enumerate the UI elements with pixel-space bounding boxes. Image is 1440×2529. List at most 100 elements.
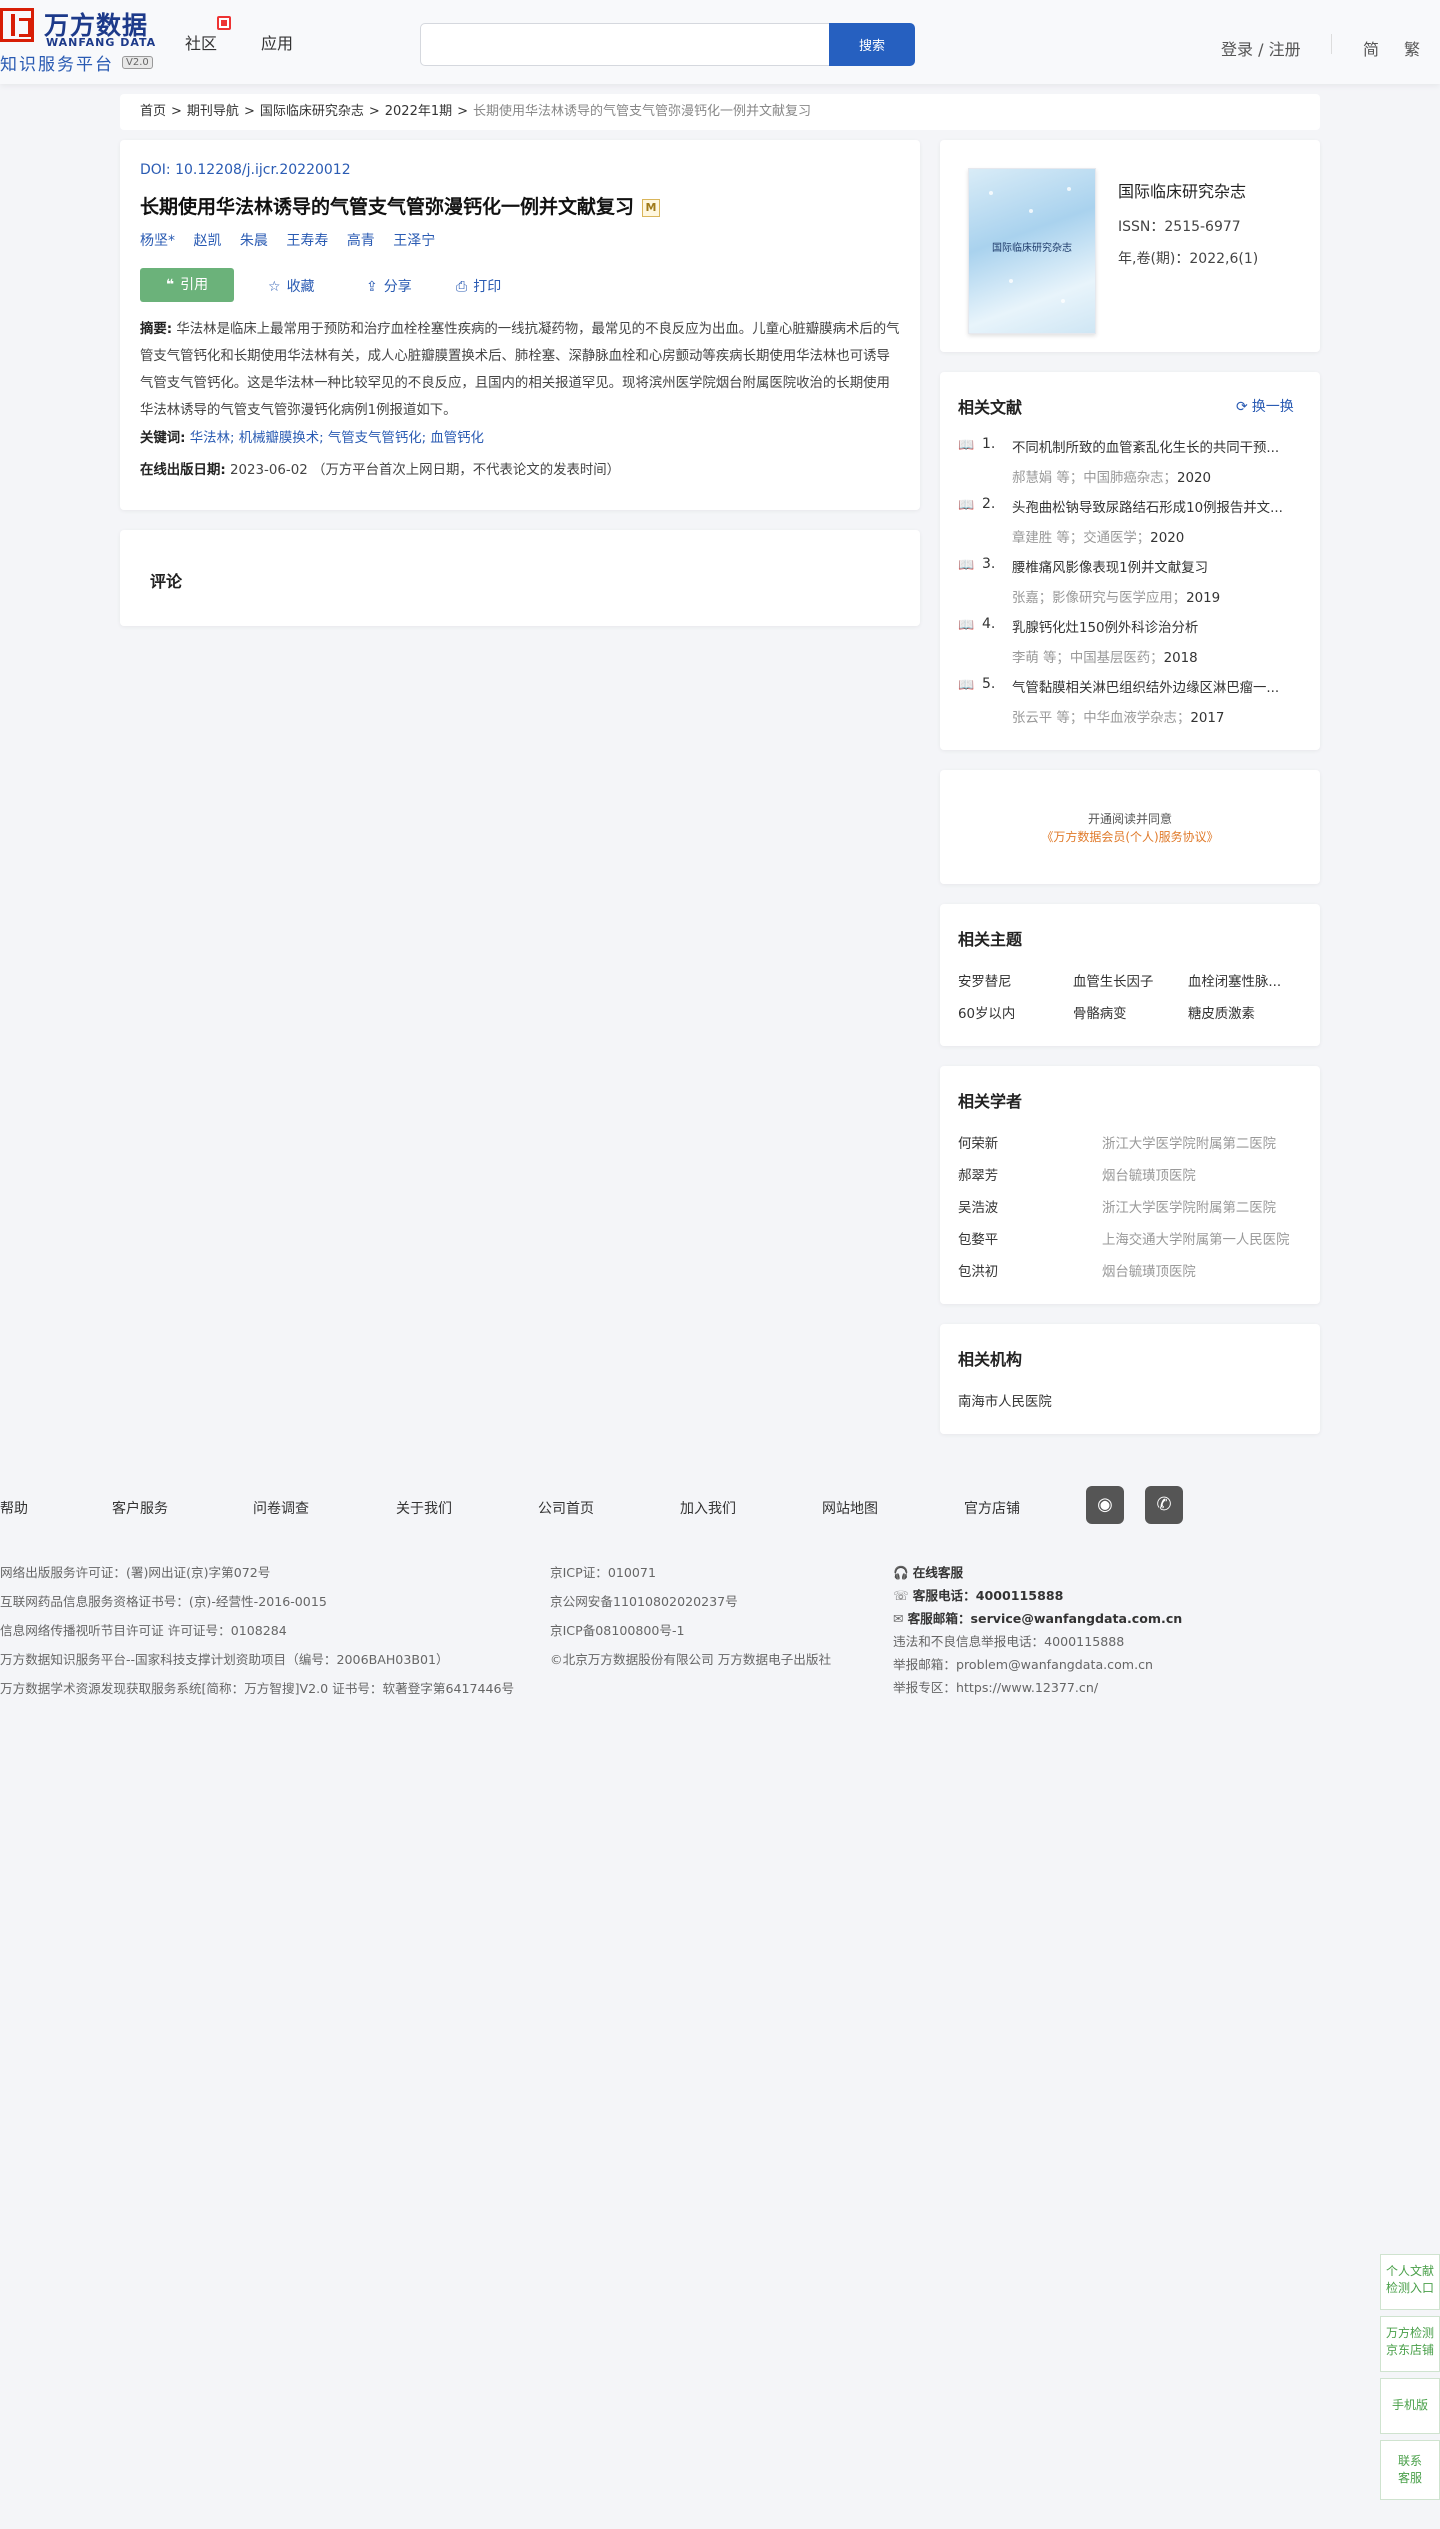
refresh-icon: ⟳ [1236, 399, 1248, 415]
literature-title[interactable]: 乳腺钙化灶150例外科诊治分析 [1012, 616, 1302, 636]
literature-meta: 李萌 等；中国基层医药；2018 [1012, 651, 1198, 666]
literature-number: 5. [982, 676, 996, 692]
side-contact-service[interactable]: 联系 客服 [1380, 2440, 1440, 2500]
keyword-link[interactable]: 气管支气管钙化; [328, 431, 426, 446]
journal-card: 国际临床研究杂志 国际临床研究杂志 ISSN：2515-6977 年,卷(期)：… [940, 140, 1320, 352]
book-icon: 📖 [958, 678, 975, 693]
breadcrumb-journal-nav[interactable]: 期刊导航 [187, 104, 239, 119]
keyword-link[interactable]: 华法林; [190, 431, 235, 446]
footer-link-sitemap[interactable]: 网站地图 [822, 1498, 878, 1518]
author-link[interactable]: 赵凯 [193, 233, 221, 249]
quote-icon: ❝ [165, 277, 175, 293]
footer-link-join[interactable]: 加入我们 [680, 1498, 736, 1518]
article-title: 长期使用华法林诱导的气管支气管弥漫钙化一例并文献复习 M [140, 192, 661, 219]
share-button[interactable]: ⇪ 分享 [366, 276, 412, 296]
footer-icp: 京公网安备11010802020237号 [550, 1594, 738, 1609]
book-icon: 📖 [958, 618, 975, 633]
login-register-link[interactable]: 登录 / 注册 [1221, 36, 1301, 60]
breadcrumb-separator: > [243, 104, 255, 119]
notification-badge-icon [217, 16, 231, 30]
footer-icp: 京ICP证：010071 [550, 1565, 656, 1580]
topic-link[interactable]: 骨骼病变 [1073, 1002, 1127, 1022]
report-site[interactable]: 举报专区：https://www.12377.cn/ [893, 1677, 1098, 1696]
breadcrumb-journal[interactable]: 国际临床研究杂志 [260, 104, 364, 119]
lang-simplified-link[interactable]: 简 [1363, 36, 1379, 60]
author-link[interactable]: 王寿寿 [286, 233, 328, 249]
footer-link-help[interactable]: 帮助 [0, 1498, 28, 1518]
footer-license: 信息网络传播视听节目许可证 许可证号：0108284 [0, 1623, 287, 1638]
literature-title[interactable]: 头孢曲松钠导致尿路结石形成10例报告并文... [1012, 496, 1302, 516]
refresh-button[interactable]: ⟳ 换一换 [1236, 396, 1294, 416]
journal-cover[interactable]: 国际临床研究杂志 [968, 168, 1096, 334]
related-institutions-title: 相关机构 [958, 1350, 1023, 1369]
author-link[interactable]: 朱晨 [240, 233, 268, 249]
abstract-text: 华法林是临床上最常用于预防和治疗血栓栓塞性疾病的一线抗凝药物，最常见的不良反应为… [140, 322, 900, 418]
search-input[interactable] [420, 23, 830, 66]
scholar-name[interactable]: 郝翠芳 [958, 1164, 998, 1184]
author-link[interactable]: 高青 [347, 233, 375, 249]
scholar-name[interactable]: 何荣新 [958, 1132, 998, 1152]
scholar-name[interactable]: 包洪初 [958, 1260, 998, 1280]
author-link[interactable]: 王泽宁 [393, 233, 435, 249]
topic-link[interactable]: 血栓闭塞性脉... [1188, 970, 1281, 990]
agreement-link[interactable]: 《万方数据会员(个人)服务协议》 [940, 828, 1320, 845]
header: 万方数据 WANFANG DATA 知识服务平台 V2.0 社区 应用 搜索 登… [0, 0, 1440, 84]
literature-title[interactable]: 气管黏膜相关淋巴组织结外边缘区淋巴瘤一... [1012, 676, 1302, 696]
footer-link-customer-service[interactable]: 客户服务 [112, 1498, 168, 1518]
service-email: ✉ 客服邮箱：service@wanfangdata.com.cn [893, 1611, 1183, 1626]
weibo-icon[interactable]: ◉ [1086, 1486, 1124, 1524]
literature-meta: 郝慧娟 等；中国肺癌杂志；2020 [1012, 471, 1212, 486]
author-link[interactable]: 杨坚* [140, 233, 175, 249]
logo-mark-icon [0, 8, 34, 42]
footer-link-survey[interactable]: 问卷调查 [253, 1498, 309, 1518]
related-literature-card: 相关文献 ⟳ 换一换 📖 1. 不同机制所致的血管紊乱化生长的共同干预... 郝慧… [940, 372, 1320, 750]
side-mobile[interactable]: 手机版 [1380, 2378, 1440, 2434]
topic-link[interactable]: 血管生长因子 [1073, 970, 1153, 990]
literature-number: 2. [982, 496, 996, 512]
topic-link[interactable]: 安罗替尼 [958, 970, 1012, 990]
footer-link-about[interactable]: 关于我们 [396, 1498, 452, 1518]
phone-icon: ☏ [893, 1588, 909, 1603]
topic-link[interactable]: 糖皮质激素 [1188, 1002, 1255, 1022]
print-button[interactable]: ⎙ 打印 [456, 276, 501, 296]
share-label: 分享 [383, 279, 412, 295]
logo[interactable]: 万方数据 WANFANG DATA 知识服务平台 V2.0 [0, 6, 160, 75]
cite-label: 引用 [180, 277, 209, 293]
scholar-name[interactable]: 吴浩波 [958, 1196, 998, 1216]
side-jd-store[interactable]: 万方检测 京东店铺 [1380, 2316, 1440, 2372]
keyword-link[interactable]: 机械瓣膜换术; [239, 431, 324, 446]
service-phone: ☏ 客服电话：4000115888 [893, 1588, 1064, 1603]
literature-title[interactable]: 腰椎痛风影像表现1例并文献复习 [1012, 556, 1302, 576]
online-service[interactable]: 🎧 在线客服 [893, 1562, 963, 1581]
report-email: 举报邮箱：problem@wanfangdata.com.cn [893, 1657, 1153, 1672]
scholar-name[interactable]: 包婺平 [958, 1228, 998, 1248]
wechat-icon[interactable]: ✆ [1145, 1486, 1183, 1524]
keyword-link[interactable]: 血管钙化 [430, 431, 484, 446]
literature-number: 3. [982, 556, 996, 572]
breadcrumb-issue[interactable]: 2022年1期 [385, 104, 452, 119]
nav-apps[interactable]: 应用 [261, 30, 293, 54]
nav-community[interactable]: 社区 [185, 30, 217, 54]
breadcrumb-home[interactable]: 首页 [140, 104, 166, 119]
topic-link[interactable]: 60岁以内 [958, 1002, 1015, 1022]
favorite-button[interactable]: ☆ 收藏 [268, 276, 315, 296]
print-label: 打印 [473, 279, 502, 295]
cite-button[interactable]: ❝ 引用 [140, 268, 234, 302]
version-badge: V2.0 [122, 56, 153, 69]
doi-link[interactable]: 10.12208/j.ijcr.20220012 [175, 162, 351, 178]
footer-link-store[interactable]: 官方店铺 [964, 1498, 1020, 1518]
book-icon: 📖 [958, 438, 975, 453]
literature-meta: 张云平 等；中华血液学杂志；2017 [1012, 711, 1225, 726]
related-institutions-card: 相关机构 南海市人民医院 [940, 1324, 1320, 1434]
institution-link[interactable]: 南海市人民医院 [958, 1390, 1052, 1410]
lang-traditional-link[interactable]: 繁 [1404, 36, 1420, 60]
related-literature-title: 相关文献 [958, 398, 1023, 417]
footer-link-company[interactable]: 公司首页 [538, 1498, 594, 1518]
journal-name[interactable]: 国际临床研究杂志 [1118, 178, 1246, 202]
search-button[interactable]: 搜索 [829, 23, 915, 66]
scholar-org: 浙江大学医学院附属第二医院 [1102, 1201, 1277, 1216]
literature-number: 4. [982, 616, 996, 632]
literature-meta: 张嘉；影像研究与医学应用；2019 [1012, 591, 1221, 606]
literature-title[interactable]: 不同机制所致的血管紊乱化生长的共同干预... [1012, 436, 1302, 456]
side-personal-check[interactable]: 个人文献 检测入口 [1380, 2254, 1440, 2310]
